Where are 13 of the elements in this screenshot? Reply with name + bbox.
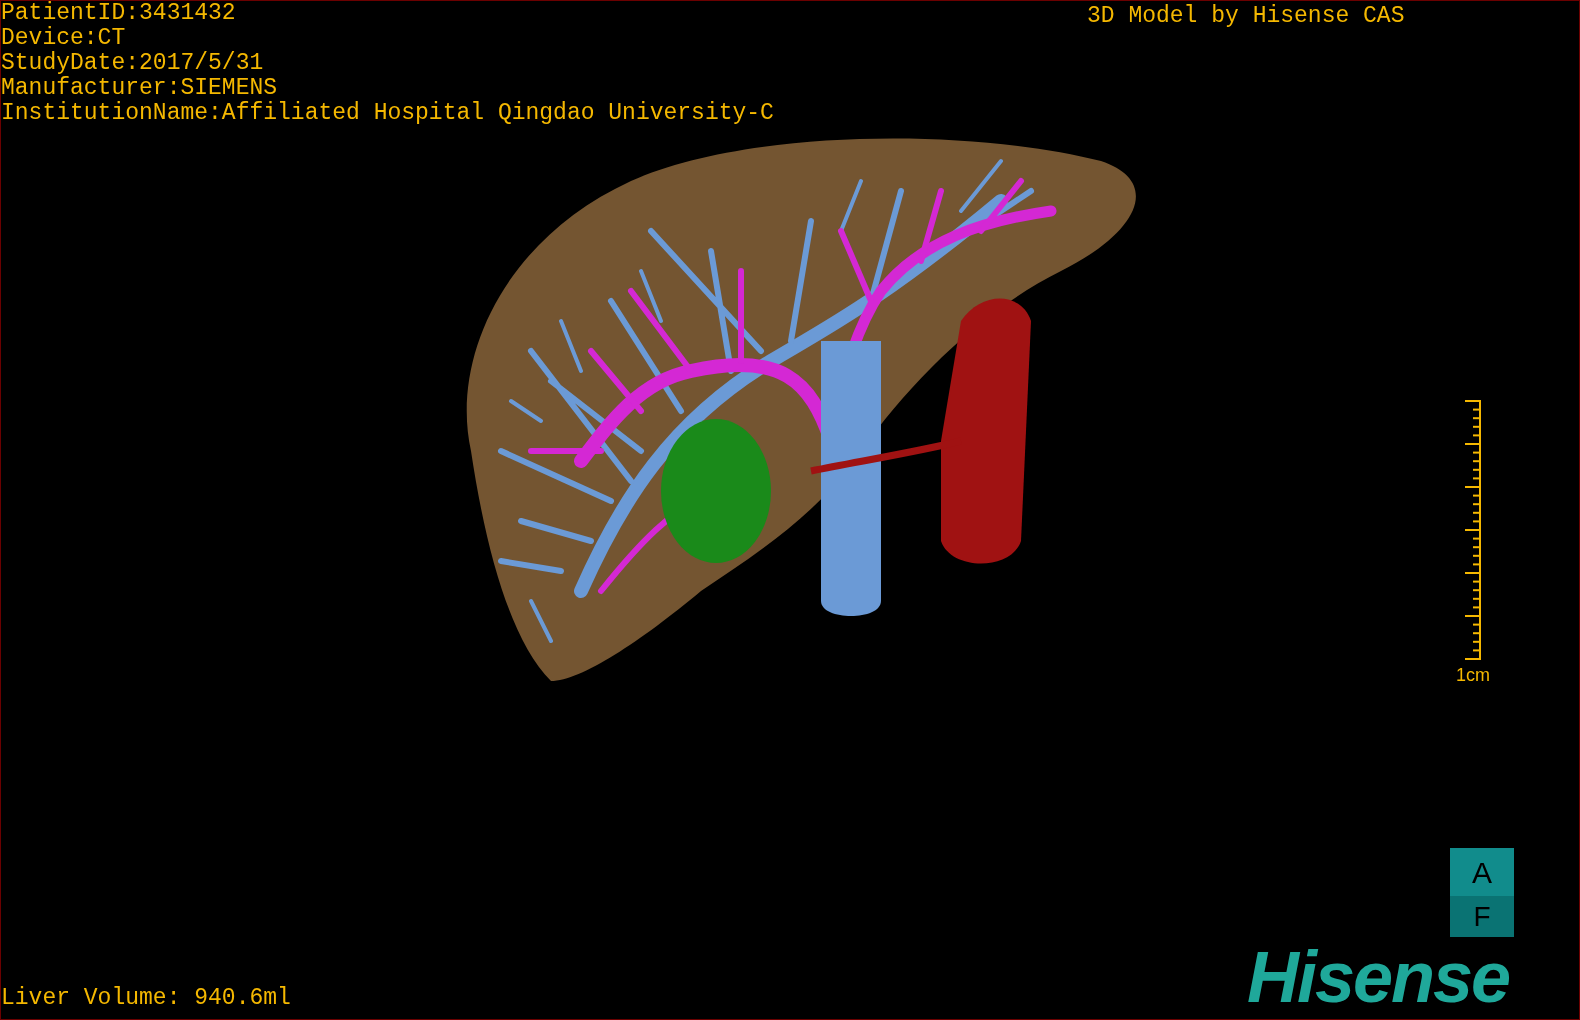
credit-text: 3D Model by Hisense CAS xyxy=(1087,2,1405,31)
patient-info-text: PatientID:3431432 xyxy=(1,1,237,26)
orientation-label: A xyxy=(1450,848,1514,896)
orientation-label: F xyxy=(1450,896,1514,937)
orientation-cube[interactable]: A F xyxy=(1450,848,1514,937)
patient-info-text: StudyDate:2017/5/31 xyxy=(1,51,265,76)
scale-ruler-icon xyxy=(1463,399,1483,663)
patient-info-text: Manufacturer:SIEMENS xyxy=(1,76,279,101)
patient-info-text: Device:CT xyxy=(1,26,127,51)
logo-text: Hisense xyxy=(1247,941,1510,1013)
patient-info-text: InstitutionName:Affiliated Hospital Qingdao University-C xyxy=(1,101,774,126)
scale-label: 1cm xyxy=(1456,665,1490,685)
liver-volume-text: Liver Volume: 940.6ml xyxy=(1,984,291,1012)
